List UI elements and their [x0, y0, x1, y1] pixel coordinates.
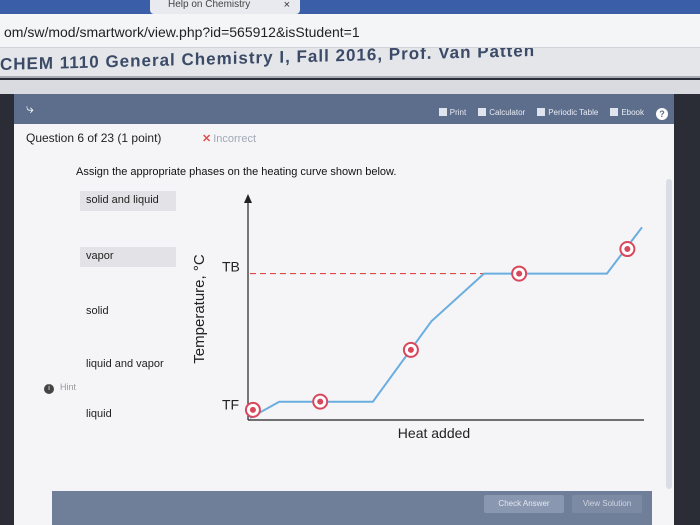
answer-chip-liquid-and-vapor[interactable]: liquid and vapor	[80, 355, 176, 375]
periodic-table-icon	[537, 108, 546, 116]
periodic-table-label: Periodic Table	[548, 108, 599, 117]
hint-label: Hint	[60, 382, 77, 392]
printer-icon	[438, 108, 447, 116]
answer-chip-solid[interactable]: solid	[80, 302, 176, 322]
answer-chip-vapor[interactable]: vapor	[80, 247, 176, 267]
drop-target-marker-3[interactable]	[402, 341, 419, 358]
check-answer-button[interactable]: Check Answer	[484, 495, 564, 513]
status-badge: ✕ Incorrect	[202, 132, 256, 145]
drop-target-marker-2[interactable]	[312, 393, 329, 410]
course-banner: CHEM 1110 General Chemistry I, Fall 2016…	[0, 48, 700, 78]
y-tick-label-tb: TB	[222, 259, 240, 275]
address-bar[interactable]: om/sw/mod/smartwork/view.php?id=565912&i…	[0, 14, 700, 48]
heating-curve-line	[249, 226, 643, 419]
incorrect-icon: ✕	[202, 133, 212, 145]
browser-tab-strip: Help on Chemistry ×	[0, 0, 700, 14]
axes	[244, 194, 644, 421]
drop-target-marker-5[interactable]	[619, 241, 636, 258]
tab-close-icon[interactable]: ×	[284, 0, 290, 11]
status-text: Incorrect	[213, 133, 257, 145]
drop-target-marker-4[interactable]	[511, 265, 528, 282]
ebook-label: Ebook	[621, 108, 644, 117]
y-axis-arrow-icon	[244, 194, 252, 203]
hint-link[interactable]: i Hint	[44, 382, 76, 394]
heating-curve-chart: Temperature, °C Heat added TB TF	[191, 194, 644, 441]
question-toolbar: ⤷ Print Calculator Periodic Table Ebook …	[14, 94, 674, 124]
x-axis-label: Heat added	[398, 425, 470, 441]
url-text[interactable]: om/sw/mod/smartwork/view.php?id=565912&i…	[4, 24, 360, 40]
answer-chip-solid-and-liquid[interactable]: solid and liquid	[80, 191, 176, 211]
help-icon[interactable]: ?	[656, 108, 668, 120]
ebook-button[interactable]: Ebook	[610, 108, 644, 120]
answer-chip-liquid[interactable]: liquid	[80, 405, 176, 425]
browser-tab[interactable]: Help on Chemistry ×	[150, 0, 300, 14]
periodic-table-button[interactable]: Periodic Table	[537, 108, 598, 120]
tab-title: Help on Chemistry	[168, 0, 251, 10]
question-title: Question 6 of 23 (1 point)	[26, 131, 162, 145]
page-gap	[0, 80, 700, 94]
info-icon: i	[44, 384, 54, 394]
scrollbar[interactable]	[666, 179, 672, 489]
print-label: Print	[449, 108, 467, 117]
marker-layer	[244, 241, 636, 418]
y-axis-label: Temperature, °C	[191, 254, 208, 364]
book-icon	[610, 108, 619, 116]
view-solution-button[interactable]: View Solution	[572, 495, 642, 513]
drop-target-marker-1[interactable]	[244, 401, 261, 418]
calculator-icon	[478, 108, 487, 116]
curve-layer	[249, 226, 643, 419]
course-title: CHEM 1110 General Chemistry I, Fall 2016…	[0, 48, 536, 75]
y-tick-label-tf: TF	[222, 397, 239, 413]
print-button[interactable]: Print	[438, 108, 467, 120]
smartwork-logo-icon: ⤷	[26, 100, 34, 116]
calculator-button[interactable]: Calculator	[478, 108, 525, 120]
question-panel: Question 6 of 23 (1 point) ✕ Incorrect As…	[14, 124, 674, 525]
calculator-label: Calculator	[489, 108, 526, 117]
tool-links: Print Calculator Periodic Table Ebook ?	[438, 108, 668, 120]
answer-footer: Check Answer View Solution	[52, 491, 652, 525]
question-prompt: Assign the appropriate phases on the hea…	[76, 166, 397, 178]
